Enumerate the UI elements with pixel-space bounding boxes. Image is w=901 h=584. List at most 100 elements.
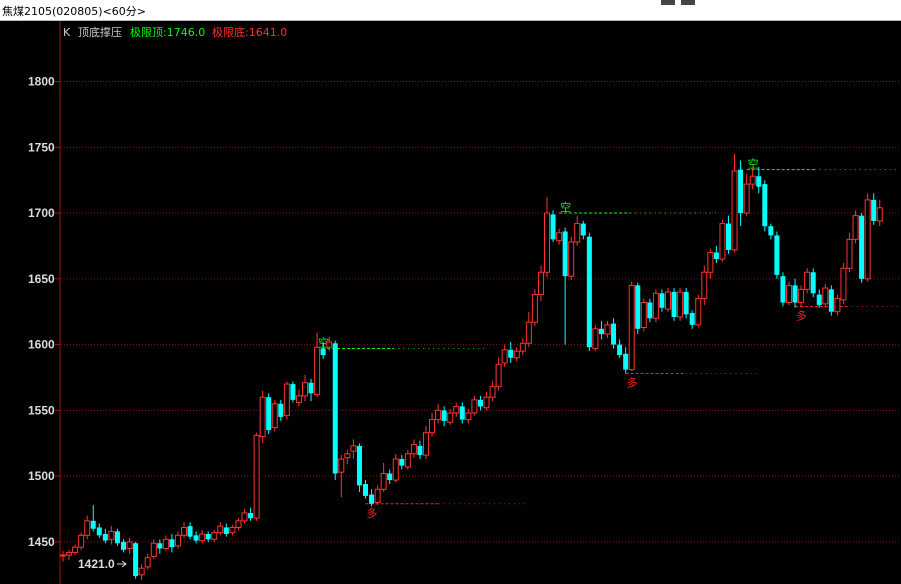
y-tick-label: 1800 [28, 75, 55, 89]
candle-body-down [356, 445, 362, 486]
candle-body-down [774, 235, 780, 275]
candle-body-down [399, 459, 405, 466]
candle-body-up [677, 291, 684, 318]
candle-body-down [635, 285, 641, 329]
candle-body-down [623, 353, 629, 370]
candle-body-up [834, 298, 841, 313]
candle-body-down [611, 323, 617, 345]
candle-body-up [513, 350, 520, 359]
y-tick-label: 1550 [28, 403, 55, 417]
candle-body-up [640, 302, 647, 328]
candle-body-down [477, 399, 483, 407]
candle-body-up [531, 294, 538, 323]
candle-body-up [471, 399, 478, 414]
candle-body-up [876, 207, 883, 222]
candle-body-down [114, 531, 120, 544]
candle-body-up [695, 298, 702, 326]
candle-body-up [864, 199, 871, 280]
candle-body-down [169, 539, 175, 548]
candlestick-chart[interactable]: 18001750170016501600155015001450 空多空多空多 … [0, 0, 901, 584]
candle-body-down [290, 384, 296, 400]
y-tick-label: 1500 [28, 469, 55, 483]
candle-body-up [338, 458, 345, 473]
indicator-name: 顶底撑压 [78, 25, 122, 39]
candle-body-up [380, 473, 387, 490]
candle-body-down [96, 527, 102, 536]
candle-body-up [556, 232, 563, 242]
candle-body-up [525, 321, 532, 344]
candle-body-up [84, 520, 91, 536]
candle-body-up [822, 287, 829, 305]
candle-body-up [302, 382, 308, 397]
candle-body-down [320, 348, 326, 356]
candle-body-up [804, 271, 811, 290]
candle-body-down [762, 184, 768, 227]
candle-body-up [126, 541, 133, 549]
candle-body-up [537, 271, 544, 296]
candle-body-down [659, 293, 665, 308]
limit-top-label: 极限顶:1746.0 [130, 25, 205, 39]
candle-body-up [423, 432, 429, 456]
y-tick-label: 1600 [28, 338, 55, 352]
candle-body-down [562, 231, 568, 277]
candle-body-down [187, 526, 193, 537]
candle-body-down [586, 236, 592, 348]
candle-body-up [374, 488, 381, 503]
candle-body-down [756, 176, 762, 187]
candle-body-down [193, 535, 199, 541]
candle-body-up [295, 395, 302, 403]
candle-body-up [846, 238, 853, 269]
indicator-k-label: K [63, 26, 71, 39]
candle-body-down [617, 344, 623, 356]
candle-body-down [90, 520, 96, 529]
candle-body-down [332, 343, 338, 474]
candle-body-down [713, 252, 719, 260]
candle-body-up [392, 458, 399, 481]
candle-body-down [683, 291, 689, 315]
candle-body-down [266, 397, 272, 431]
candle-body-up [217, 525, 224, 534]
candle-body-up [852, 215, 859, 240]
candle-body-up [72, 546, 79, 553]
candle-body-up [229, 526, 236, 534]
candle-body-up [314, 346, 321, 396]
candle-body-up [447, 412, 454, 423]
candle-body-up [211, 532, 218, 540]
candle-body-down [738, 169, 744, 214]
candle-body-up [568, 241, 575, 277]
candle-body-up [707, 252, 714, 273]
candle-body-up [199, 533, 206, 542]
candle-body-up [429, 419, 436, 434]
candle-body-up [798, 288, 805, 303]
candle-body-down [810, 272, 816, 294]
candle-body-down [780, 276, 786, 303]
candle-body-up [628, 284, 635, 371]
candle-body-up [283, 383, 290, 417]
limit-bottom-label: 极限底:1641.0 [212, 25, 287, 39]
candle-body-up [544, 212, 550, 273]
long-signal-marker: 多 [367, 506, 378, 520]
candle-body-down [768, 226, 774, 236]
candle-body-down [121, 541, 126, 550]
candle-body-up [174, 534, 181, 547]
candle-body-down [550, 214, 556, 240]
candle-body-up [350, 445, 357, 452]
candle-body-up [495, 363, 502, 388]
candle-body-up [138, 567, 145, 576]
y-tick-label: 1750 [28, 140, 55, 154]
candle-body-up [404, 453, 411, 468]
candle-body-down [157, 543, 163, 549]
chart-background [0, 21, 901, 584]
candle-body-down [441, 410, 447, 421]
candle-body-up [501, 349, 508, 364]
candle-body-up [60, 554, 66, 557]
candle-body-down [102, 534, 108, 541]
candle-body-up [840, 267, 847, 301]
candle-body-up [786, 284, 792, 304]
candle-body-up [271, 403, 278, 428]
candle-body-down [459, 406, 465, 420]
low-price-marker: 1421.0 [78, 557, 115, 571]
candle-body-down [369, 494, 375, 504]
candle-body-up [108, 530, 115, 540]
candle-body-down [671, 291, 677, 317]
